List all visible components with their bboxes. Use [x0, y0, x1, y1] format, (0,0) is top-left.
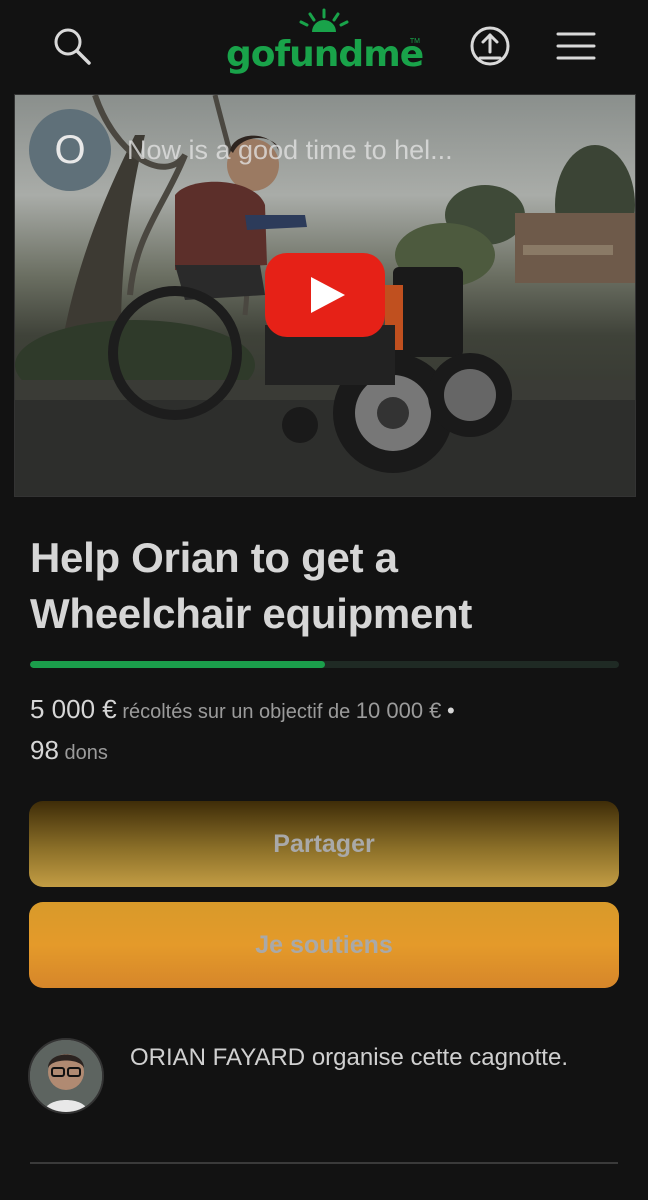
organizer-name[interactable]: ORIAN FAYARD [130, 1044, 305, 1071]
stats-separator: • [446, 698, 455, 723]
progress-fill [30, 661, 325, 668]
campaign-video[interactable]: O Now is a good time to hel... [14, 94, 636, 497]
amount-raised: 5 000 € [30, 694, 117, 724]
share-upload-icon[interactable] [468, 24, 512, 68]
organizer-avatar[interactable] [28, 1038, 104, 1114]
menu-icon[interactable] [556, 28, 596, 64]
logo-sun-icon [299, 8, 349, 32]
goal-amount: 10 000 € [355, 698, 442, 723]
donations-count: 98 [30, 735, 59, 765]
progress-bar [30, 661, 619, 668]
logo-text: gofundme [226, 34, 424, 75]
donations-label: dons [64, 742, 108, 764]
organizer-info: ORIAN FAYARD organise cette cagnotte. [130, 1036, 600, 1080]
video-title[interactable]: Now is a good time to hel... [127, 135, 453, 166]
section-divider [30, 1162, 618, 1164]
youtube-play-icon[interactable] [265, 253, 385, 337]
search-icon[interactable] [50, 24, 94, 68]
top-nav-bar: gofundme TM [0, 0, 648, 92]
share-button[interactable]: Partager [29, 801, 619, 887]
logo-trademark: TM [409, 38, 420, 45]
campaign-title: Help Orian to get a Wheelchair equipment [30, 534, 473, 637]
channel-avatar[interactable]: O [29, 109, 111, 191]
donate-button[interactable]: Je soutiens [29, 902, 619, 988]
organizer-description: organise cette cagnotte. [311, 1044, 568, 1071]
funding-stats: 5 000 € récoltés sur un objectif de 10 0… [30, 690, 620, 772]
gofundme-logo[interactable]: gofundme TM [226, 8, 424, 82]
organizer-photo [30, 1040, 102, 1112]
raised-suffix: récoltés sur un objectif de [122, 701, 351, 723]
